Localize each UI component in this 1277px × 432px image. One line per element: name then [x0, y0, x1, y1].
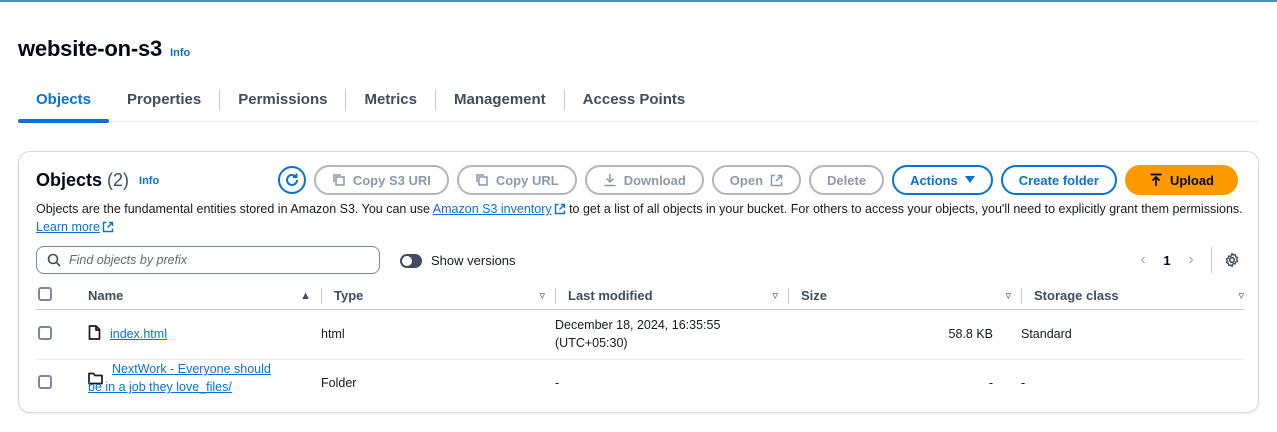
column-header-type[interactable]: Type ▿	[321, 283, 555, 310]
tab-permissions[interactable]: Permissions	[220, 78, 345, 122]
download-label: Download	[623, 172, 686, 188]
objects-count: (2)	[107, 169, 130, 190]
object-size: 58.8 KB	[788, 309, 1021, 360]
objects-info-link[interactable]: Info	[139, 175, 159, 187]
objects-container: Objects (2) Info Copy S3 URI Copy URL Do…	[18, 151, 1259, 413]
last-modified-timezone: (UTC+05:30)	[555, 336, 628, 350]
tab-bar: Objects Properties Permissions Metrics M…	[18, 78, 1259, 123]
select-all-checkbox[interactable]	[38, 287, 52, 302]
external-link-icon	[554, 203, 565, 215]
toggle-switch[interactable]	[400, 253, 422, 268]
copy-s3-uri-button[interactable]: Copy S3 URI	[313, 165, 449, 195]
refresh-button[interactable]	[277, 166, 306, 194]
bucket-title: website-on-s3	[18, 36, 163, 61]
sort-icon[interactable]: ▿	[1238, 289, 1244, 302]
upload-label: Upload	[1169, 172, 1214, 188]
download-button[interactable]: Download	[584, 165, 704, 195]
create-folder-button[interactable]: Create folder	[1000, 165, 1117, 195]
download-icon	[604, 174, 616, 187]
column-header-name[interactable]: Name ▲	[88, 283, 321, 310]
column-type-label: Type	[334, 288, 364, 304]
tab-properties[interactable]: Properties	[109, 78, 219, 122]
last-modified-date: December 18, 2024, 16:35:55	[555, 318, 721, 332]
show-versions-label: Show versions	[431, 253, 516, 268]
row-checkbox[interactable]	[38, 374, 52, 389]
copy-icon	[333, 174, 345, 186]
page-header: website-on-s3 Info	[18, 36, 190, 62]
column-name-label: Name	[88, 288, 124, 304]
tab-objects[interactable]: Objects	[18, 78, 110, 123]
actions-dropdown[interactable]: Actions	[892, 165, 993, 195]
external-link-icon	[770, 174, 783, 186]
delete-label: Delete	[827, 172, 867, 188]
tab-management[interactable]: Management	[436, 78, 564, 122]
column-storage-class-label: Storage class	[1034, 288, 1119, 304]
create-folder-label: Create folder	[1018, 172, 1099, 188]
upload-icon	[1150, 173, 1162, 186]
s3-inventory-link[interactable]: Amazon S3 inventory	[433, 202, 552, 216]
copy-url-button[interactable]: Copy URL	[456, 165, 577, 195]
tab-metrics[interactable]: Metrics	[346, 78, 435, 122]
objects-header: Objects (2) Info Copy S3 URI Copy URL Do…	[36, 164, 1238, 196]
description-text: to get a list of all objects in your buc…	[565, 202, 1243, 216]
sort-icon[interactable]: ▿	[1005, 289, 1011, 302]
objects-description: Objects are the fundamental entities sto…	[36, 200, 1246, 236]
pager-divider	[1211, 247, 1212, 273]
chevron-left-icon[interactable]: ‹	[1131, 251, 1155, 269]
folder-name-line-2: be in a job they love_files/	[88, 380, 232, 395]
tab-access-points[interactable]: Access Points	[565, 78, 704, 122]
objects-toolbar: Copy S3 URI Copy URL Download Open Delet…	[277, 164, 1238, 196]
storage-class: Standard	[1021, 309, 1244, 360]
copy-url-label: Copy URL	[495, 172, 559, 188]
storage-class: -	[1021, 376, 1026, 391]
file-icon	[88, 325, 101, 340]
object-name-link[interactable]: index.html	[110, 325, 167, 343]
upload-button[interactable]: Upload	[1124, 165, 1238, 195]
search-icon	[47, 253, 61, 267]
row-checkbox[interactable]	[38, 325, 52, 340]
external-link-icon	[102, 221, 114, 233]
pagination: ‹ 1 ›	[1131, 246, 1240, 274]
objects-title: Objects	[36, 169, 103, 190]
actions-label: Actions	[910, 172, 958, 188]
column-size-label: Size	[801, 288, 828, 304]
bucket-info-link[interactable]: Info	[170, 47, 190, 59]
learn-more-link[interactable]: Learn more	[36, 220, 100, 234]
folder-name-link[interactable]: NextWork - Everyone should be in a job t…	[88, 360, 271, 396]
table-header-row: Name ▲ Type ▿ Last modified ▿ Size ▿ Storage…	[36, 283, 1244, 310]
sort-icon[interactable]: ▿	[772, 289, 778, 302]
column-header-last-modified[interactable]: Last modified ▿	[555, 283, 788, 310]
select-all-cell	[36, 283, 88, 310]
chevron-right-icon[interactable]: ›	[1179, 251, 1203, 269]
search-placeholder: Find objects by prefix	[69, 253, 188, 267]
open-label: Open	[729, 172, 764, 188]
object-type: Folder	[321, 376, 357, 391]
folder-name-line-1: NextWork - Everyone should	[112, 362, 271, 377]
gear-icon[interactable]	[1224, 252, 1240, 268]
objects-table: Name ▲ Type ▿ Last modified ▿ Size ▿ Storage…	[36, 283, 1244, 407]
table-row[interactable]: NextWork - Everyone should be in a job t…	[36, 359, 1244, 407]
table-row[interactable]: index.html html December 18, 2024, 16:35…	[36, 309, 1244, 360]
sort-icon[interactable]: ▿	[539, 289, 545, 302]
open-button[interactable]: Open	[711, 165, 802, 195]
last-modified: -	[555, 376, 560, 391]
description-text: Objects are the fundamental entities sto…	[36, 202, 433, 216]
page-number[interactable]: 1	[1155, 253, 1179, 268]
show-versions-toggle[interactable]: Show versions	[400, 253, 516, 268]
object-size: -	[988, 376, 993, 391]
delete-button[interactable]: Delete	[809, 165, 885, 195]
caret-down-icon	[964, 176, 975, 183]
column-last-modified-label: Last modified	[568, 288, 653, 304]
search-input[interactable]: Find objects by prefix	[36, 246, 380, 274]
copy-s3-uri-label: Copy S3 URI	[352, 172, 431, 188]
copy-icon	[476, 174, 488, 186]
column-header-size[interactable]: Size ▿	[788, 283, 1021, 310]
column-header-storage-class[interactable]: Storage class ▿	[1021, 283, 1244, 310]
sort-ascending-icon[interactable]: ▲	[300, 290, 311, 302]
object-type: html	[321, 309, 555, 360]
refresh-icon	[285, 173, 298, 186]
